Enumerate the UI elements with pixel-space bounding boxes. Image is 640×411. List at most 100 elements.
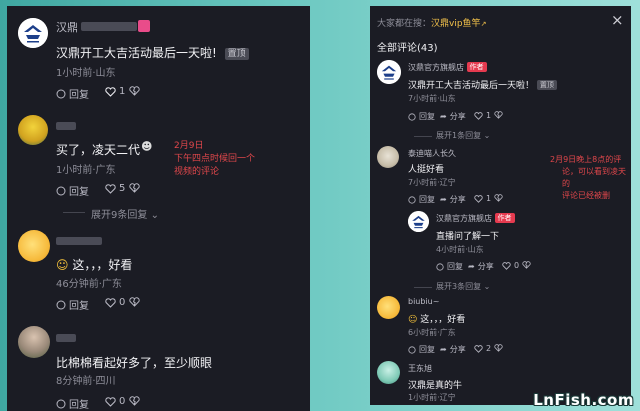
like-count: 5 — [119, 183, 126, 194]
comment-header: 汉鼎官方旗舰店 作者 — [408, 62, 487, 73]
dislike-button[interactable] — [494, 344, 503, 352]
reply-button[interactable]: 回复 — [56, 297, 89, 312]
user-avatar[interactable] — [377, 361, 400, 384]
handing-logo-avatar[interactable] — [408, 211, 429, 232]
like-count: 1 — [486, 194, 492, 203]
chevron-down-icon: ⌄ — [483, 131, 491, 140]
sticker-icon: ☻ — [141, 140, 153, 153]
reply-button[interactable]: 回复 — [408, 194, 435, 205]
reply-button[interactable]: 回复 — [56, 183, 89, 198]
comment-username[interactable]: biubiu~ — [408, 297, 439, 306]
heart-icon — [105, 86, 116, 97]
close-button[interactable]: × — [611, 11, 624, 29]
dislike-button[interactable] — [522, 261, 531, 269]
like-button[interactable]: 5 — [105, 183, 125, 194]
blurred-username — [56, 122, 76, 130]
user-avatar[interactable] — [18, 115, 48, 145]
user-avatar[interactable] — [377, 146, 399, 168]
annotation-note: 2月9日晚上8点的评 论，可以看到凌天的 评论已经被删 — [550, 154, 631, 202]
comment-meta: 6小时前·广东 — [408, 328, 456, 337]
comment-text-content: 这，，，好看 — [420, 315, 466, 325]
user-avatar[interactable] — [18, 230, 50, 262]
share-button[interactable]: ➦ 分享 — [468, 261, 494, 272]
share-icon: ➦ — [468, 262, 475, 271]
blurred-username — [81, 22, 137, 31]
handing-logo-avatar[interactable] — [18, 18, 48, 48]
blurred-username — [56, 334, 76, 342]
comment-username[interactable]: 汉鼎 — [56, 19, 78, 35]
reply-button[interactable]: 回复 — [56, 86, 89, 101]
broken-heart-icon — [129, 86, 140, 96]
share-label: 分享 — [449, 345, 466, 354]
reply-button[interactable]: 回复 — [408, 111, 435, 122]
search-arrow-icon: ↗ — [480, 20, 487, 28]
expand-replies-label: 展开9条回复 — [91, 210, 148, 221]
expand-divider — [63, 212, 85, 213]
dislike-button[interactable] — [129, 86, 140, 96]
reply-label: 回复 — [419, 195, 435, 204]
reply-button[interactable]: 回复 — [56, 396, 89, 411]
like-button[interactable]: 0 — [105, 297, 125, 308]
comment-text: 比棉棉看起好多了，至少顺眼 — [56, 356, 213, 370]
heart-icon — [474, 344, 483, 353]
user-avatar[interactable] — [377, 296, 400, 319]
smile-emoji-icon: ☺ — [56, 258, 69, 272]
annotation-line: 2月9日晚上8点的评 — [550, 155, 622, 164]
search-term-link[interactable]: 汉鼎vip鱼竿 — [431, 19, 481, 29]
expand-replies-button[interactable]: 展开1条回复 ⌄ — [436, 130, 490, 141]
reply-label: 回复 — [419, 345, 435, 354]
broken-heart-icon — [494, 111, 503, 119]
share-button[interactable]: ➦ 分享 — [440, 194, 466, 205]
reply-icon — [408, 112, 416, 121]
like-button[interactable]: 0 — [502, 261, 519, 270]
comment-text: 汉鼎开工大吉活动最后一天啦! 置顶 — [56, 44, 249, 61]
reply-icon — [56, 399, 66, 408]
like-button[interactable]: 1 — [105, 86, 125, 97]
dislike-button[interactable] — [129, 297, 140, 307]
comment-meta: 1小时前·辽宁 — [408, 393, 456, 402]
reply-label: 回复 — [447, 262, 463, 271]
comment-username[interactable]: 王东旭 — [408, 363, 432, 374]
like-count: 0 — [119, 396, 126, 407]
comment-meta: 7小时前·山东 — [408, 94, 456, 103]
broken-heart-icon — [129, 297, 140, 307]
search-suggestion[interactable]: 大家都在搜：汉鼎vip鱼竿↗ — [377, 16, 486, 29]
like-button[interactable]: 1 — [474, 194, 491, 203]
pinned-badge: 置顶 — [536, 80, 557, 90]
reply-icon — [56, 300, 66, 309]
comments-title: 全部评论(43) — [377, 43, 438, 54]
expand-replies-label: 展开3条回复 — [436, 282, 482, 291]
reply-button[interactable]: 回复 — [436, 261, 463, 272]
comment-username[interactable]: 泰迪喵人长久 — [408, 148, 456, 159]
like-button[interactable]: 0 — [105, 396, 125, 407]
pinned-badge: 置顶 — [224, 48, 249, 60]
reply-icon — [408, 195, 416, 204]
comment-text-content: 汉鼎开工大吉活动最后一天啦! — [56, 46, 217, 60]
user-avatar[interactable] — [18, 326, 50, 358]
comment-text: 汉鼎是真的牛 — [408, 381, 463, 391]
share-button[interactable]: ➦ 分享 — [440, 111, 466, 122]
broken-heart-icon — [129, 396, 140, 406]
dislike-button[interactable] — [494, 194, 503, 202]
reply-button[interactable]: 回复 — [408, 344, 435, 355]
annotation-line: 2月9日 — [174, 141, 204, 151]
left-comment-panel: 汉鼎 汉鼎开工大吉活动最后一天啦! 置顶 1小时前·山东 回复 1 买了，凌天二… — [7, 6, 310, 411]
like-count: 2 — [486, 344, 492, 353]
like-count: 1 — [119, 86, 126, 97]
comment-username[interactable]: 汉鼎官方旗舰店 — [436, 214, 492, 223]
right-comment-panel: 大家都在搜：汉鼎vip鱼竿↗ × 全部评论(43) 汉鼎官方旗舰店 作者 汉鼎开… — [370, 6, 631, 405]
expand-replies-button[interactable]: 展开9条回复 ⌄ — [91, 206, 159, 221]
reply-icon — [436, 262, 444, 271]
comment-username[interactable]: 汉鼎官方旗舰店 — [408, 63, 464, 72]
dislike-button[interactable] — [129, 396, 140, 406]
like-button[interactable]: 2 — [474, 344, 491, 353]
dislike-button[interactable] — [494, 111, 503, 119]
dislike-button[interactable] — [129, 183, 140, 193]
expand-replies-button[interactable]: 展开3条回复 ⌄ — [436, 281, 490, 292]
handing-logo-avatar[interactable] — [377, 60, 401, 84]
author-tag: 作者 — [466, 62, 487, 72]
like-button[interactable]: 1 — [474, 111, 491, 120]
share-label: 分享 — [449, 112, 466, 121]
share-button[interactable]: ➦ 分享 — [440, 344, 466, 355]
heart-icon — [502, 261, 511, 270]
